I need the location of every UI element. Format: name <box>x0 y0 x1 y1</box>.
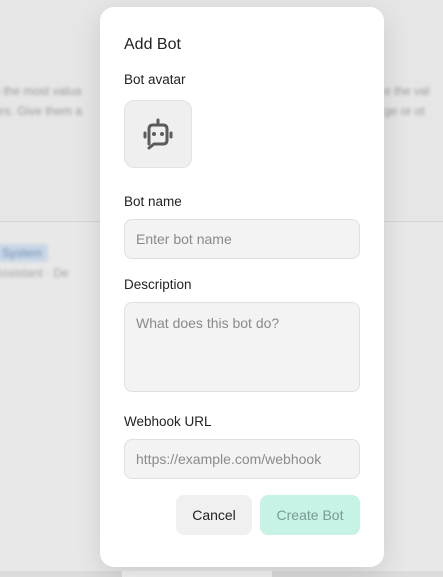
avatar-picker[interactable] <box>124 100 192 168</box>
description-textarea[interactable] <box>124 302 360 392</box>
background-text: ge or ot <box>384 104 425 118</box>
dialog-actions: Cancel Create Bot <box>176 495 360 535</box>
bot-name-input[interactable] <box>124 219 360 259</box>
webhook-url-input[interactable] <box>124 439 360 479</box>
bot-name-label: Bot name <box>124 194 182 209</box>
background-subtext: Assistant · De <box>0 266 69 280</box>
cancel-button[interactable]: Cancel <box>176 495 252 535</box>
background-bottom-pill <box>122 571 272 577</box>
background-text: ers. Give them a <box>0 104 83 118</box>
background-tag: System <box>0 244 49 262</box>
webhook-url-label: Webhook URL <box>124 414 212 429</box>
description-label: Description <box>124 277 192 292</box>
add-bot-dialog: Add Bot Bot avatar Bot name Description … <box>100 7 384 567</box>
dialog-title: Add Bot <box>124 36 181 53</box>
create-bot-button[interactable]: Create Bot <box>260 495 360 535</box>
bot-icon <box>143 118 173 150</box>
background-text: s the most valua <box>0 84 82 98</box>
avatar-label: Bot avatar <box>124 72 186 87</box>
background-text: e the val <box>384 84 430 98</box>
